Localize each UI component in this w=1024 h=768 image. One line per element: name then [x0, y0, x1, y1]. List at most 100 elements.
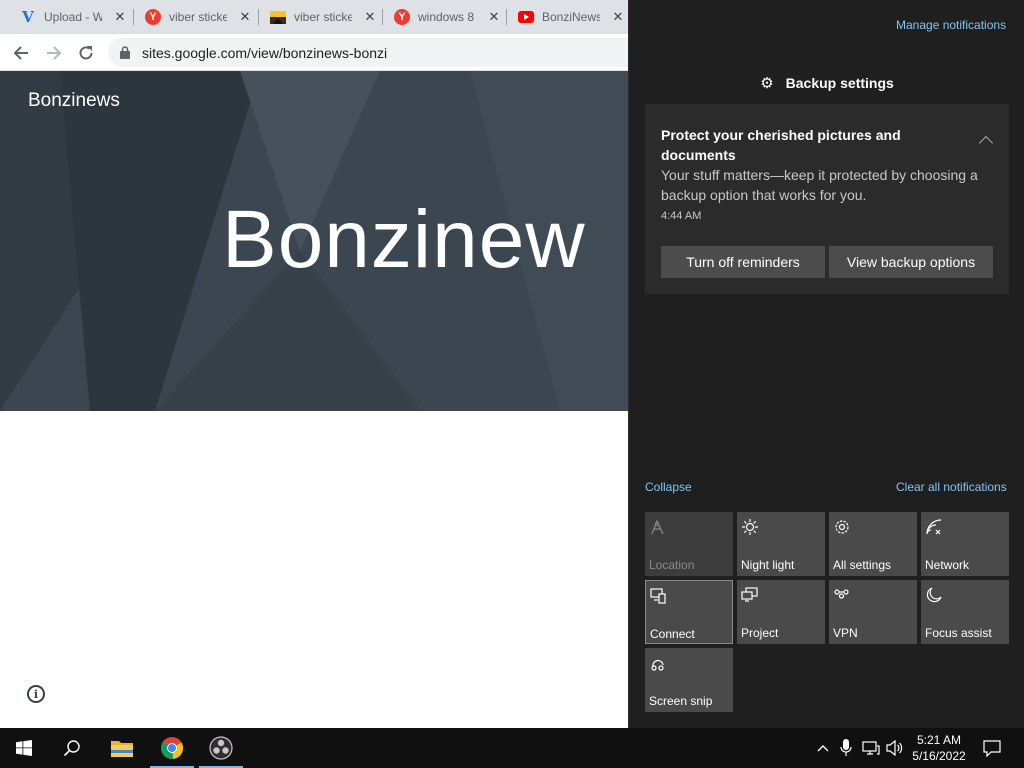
browser-toolbar: sites.google.com/view/bonzinews-bonzi [0, 34, 648, 71]
search-button[interactable] [48, 728, 96, 768]
start-button[interactable] [0, 728, 48, 768]
moon-icon [926, 587, 942, 603]
chevron-up-icon[interactable] [978, 135, 994, 151]
clock-date: 5/16/2022 [912, 749, 966, 763]
tab-title: windows 8 [418, 10, 475, 24]
taskbar: 5:21 AM 5/16/2022 [0, 728, 1024, 768]
close-icon[interactable]: ✕ [362, 9, 378, 25]
quick-action-label: All settings [833, 558, 892, 572]
quick-action-night-light[interactable]: Night light [737, 512, 825, 576]
quick-action-connect[interactable]: Connect [645, 580, 733, 644]
notification-icon [983, 739, 1001, 757]
notification-time: 4:44 AM [661, 210, 702, 222]
close-icon[interactable]: ✕ [610, 9, 626, 25]
quick-action-label: Screen snip [649, 694, 713, 708]
action-center-button[interactable] [982, 738, 1002, 758]
tab-viber-stickers-2[interactable]: viber sticke ✕ [270, 0, 378, 34]
notification-title: Protect your cherished pictures and docu… [661, 127, 901, 163]
tab-upload[interactable]: V Upload - W ✕ [20, 0, 128, 34]
site-name[interactable]: Bonzinews [28, 90, 120, 112]
taskbar-obs[interactable] [197, 728, 245, 768]
clear-all-notifications-link[interactable]: Clear all notifications [896, 480, 1007, 494]
folder-icon [111, 741, 133, 757]
close-icon[interactable]: ✕ [486, 9, 502, 25]
quick-action-focus-assist[interactable]: Focus assist [921, 580, 1009, 644]
microphone-icon [840, 739, 852, 756]
quick-action-project[interactable]: Project [737, 580, 825, 644]
quick-action-label: Night light [741, 558, 795, 572]
quick-action-label: Project [741, 626, 779, 640]
hero-title: Bonzinew [222, 194, 586, 285]
tab-divider [258, 9, 259, 25]
info-icon[interactable]: i [27, 685, 45, 703]
quick-action-label: Network [925, 558, 970, 572]
yandex-icon: Y [394, 9, 410, 25]
view-backup-options-button[interactable]: View backup options [829, 246, 993, 278]
obs-icon [209, 736, 233, 760]
tab-bonzinews[interactable]: BonziNews ✕ [518, 0, 626, 34]
tab-title: BonziNews [542, 10, 600, 24]
arrow-right-icon [47, 46, 62, 60]
manage-notifications-link[interactable]: Manage notifications [896, 18, 1006, 32]
tab-title: viber sticke [294, 10, 352, 24]
location-icon [651, 519, 664, 535]
tab-divider [382, 9, 383, 25]
network-icon [926, 519, 942, 535]
network-tray[interactable] [861, 738, 881, 758]
lock-icon [120, 46, 130, 59]
notification-body: Your stuff matters—keep it protected by … [661, 167, 978, 203]
youtube-icon [518, 9, 534, 25]
show-hidden-icons-button[interactable] [813, 738, 833, 758]
tab-divider [506, 9, 507, 25]
volume-tray[interactable] [885, 738, 905, 758]
reload-button[interactable] [74, 41, 98, 65]
quick-action-label: Focus assist [925, 626, 992, 640]
notification-card[interactable]: Protect your cherished pictures and docu… [645, 104, 1009, 294]
chrome-icon [160, 737, 184, 760]
quick-action-location[interactable]: Location [645, 512, 733, 576]
tab-windows-8[interactable]: Y windows 8 ✕ [394, 0, 502, 34]
back-button[interactable] [9, 41, 33, 65]
night-light-icon [742, 519, 758, 535]
gear-icon [835, 520, 849, 534]
notification-app-header: ⚙ Backup settings [629, 74, 1024, 92]
quick-action-vpn[interactable]: VPN [829, 580, 917, 644]
speaker-icon [886, 740, 903, 756]
taskbar-clock[interactable]: 5:21 AM 5/16/2022 [908, 732, 970, 764]
quick-action-screen-snip[interactable]: Screen snip [645, 648, 733, 712]
microphone-tray[interactable] [836, 738, 856, 758]
quick-action-label: Location [649, 558, 695, 572]
taskbar-chrome[interactable] [148, 728, 196, 768]
arrow-left-icon [13, 46, 28, 60]
app-name: Backup settings [785, 75, 894, 91]
forward-button[interactable] [42, 41, 66, 65]
connect-icon [650, 588, 666, 604]
quick-action-label: VPN [833, 626, 858, 640]
vpn-icon [834, 589, 849, 599]
tab-title: Upload - W [44, 10, 102, 24]
address-bar[interactable]: sites.google.com/view/bonzinews-bonzi [108, 38, 648, 67]
tab-divider [133, 9, 134, 25]
ethernet-icon [862, 741, 880, 755]
taskbar-file-explorer[interactable] [98, 728, 146, 768]
page-content: i [0, 411, 628, 728]
quick-action-network[interactable]: Network [921, 512, 1009, 576]
windows-icon [16, 740, 32, 756]
close-icon[interactable]: ✕ [237, 9, 253, 25]
image-icon [270, 9, 286, 25]
yandex-icon: Y [145, 9, 161, 25]
tab-viber-stickers-1[interactable]: Y viber sticke ✕ [145, 0, 253, 34]
search-icon [63, 740, 80, 757]
screen-snip-icon [651, 659, 664, 671]
project-icon [741, 587, 758, 602]
close-icon[interactable]: ✕ [112, 9, 128, 25]
chevron-up-icon [817, 745, 829, 752]
tab-strip: V Upload - W ✕ Y viber sticke ✕ viber st… [0, 0, 628, 34]
clock-time: 5:21 AM [916, 733, 962, 747]
reload-icon [79, 46, 93, 60]
quick-action-all-settings[interactable]: All settings [829, 512, 917, 576]
tab-title: viber sticke [169, 10, 227, 24]
collapse-link[interactable]: Collapse [645, 480, 692, 494]
v-logo-icon: V [22, 8, 34, 26]
turn-off-reminders-button[interactable]: Turn off reminders [661, 246, 825, 278]
